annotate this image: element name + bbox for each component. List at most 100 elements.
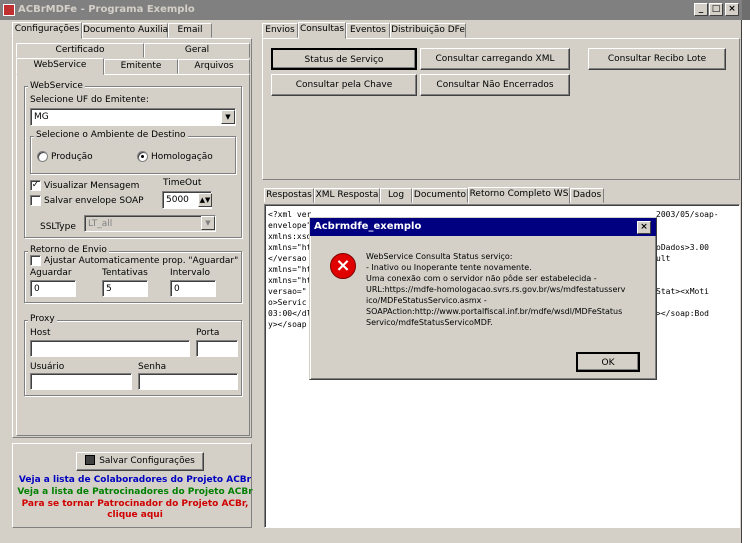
tab-consultas[interactable]: Consultas <box>298 22 346 39</box>
tab-certificado[interactable]: Certificado <box>16 43 144 58</box>
aguardar-input[interactable]: 0 <box>30 280 76 297</box>
host-input[interactable] <box>30 340 190 357</box>
consultar-carregando-xml-button[interactable]: Consultar carregando XML <box>420 48 570 70</box>
ssltype-dropdown-arrow-icon[interactable]: ▼ <box>201 216 215 230</box>
tab-envios[interactable]: Envios <box>262 23 298 38</box>
homologacao-label: Homologação <box>151 152 213 162</box>
uf-dropdown-arrow-icon[interactable]: ▼ <box>221 110 235 124</box>
status-servico-button[interactable]: Status de Serviço <box>271 48 417 70</box>
xml-line <box>656 264 740 275</box>
aguardar-value: 0 <box>34 284 40 294</box>
title-bar: ACBrMDFe - Programa Exemplo _ □ × <box>0 0 742 20</box>
tab-dados[interactable]: Dados <box>570 188 604 203</box>
patrocinadores-link[interactable]: Veja a lista de Patrocinadores do Projet… <box>16 487 254 497</box>
tab-email[interactable]: Email <box>168 23 212 38</box>
patrocinador-link-line2[interactable]: clique aqui <box>16 510 254 520</box>
webservice-group-label: WebService <box>28 81 85 91</box>
minimize-button[interactable]: _ <box>694 3 708 16</box>
ok-button[interactable]: OK <box>576 352 640 372</box>
porta-input[interactable] <box>196 340 238 357</box>
ambiente-group-label: Selecione o Ambiente de Destino <box>34 130 188 140</box>
error-message-line: ico/MDFeStatusServico.asmx - <box>366 296 487 305</box>
xml-line <box>656 220 740 231</box>
timeout-value: 5000 <box>166 195 189 205</box>
retorno-group-label: Retorno de Envio <box>28 245 109 255</box>
porta-label: Porta <box>196 328 220 338</box>
window-title: ACBrMDFe - Programa Exemplo <box>18 4 195 15</box>
xml-line <box>656 275 740 286</box>
salvar-envelope-label: Salvar envelope SOAP <box>44 196 144 206</box>
producao-radio[interactable] <box>37 151 48 162</box>
error-message-line: Uma conexão com o servidor não pôde ser … <box>366 274 597 283</box>
visualizar-label: Visualizar Mensagem <box>44 181 140 191</box>
dialog-close-button[interactable]: × <box>637 221 651 234</box>
app-icon <box>3 4 15 16</box>
colaboradores-link[interactable]: Veja a lista de Colaboradores do Projeto… <box>16 475 254 485</box>
tab-distribuicao-dfe[interactable]: Distribuição DFe <box>390 23 466 38</box>
save-icon <box>85 455 96 465</box>
consultar-nao-encerrados-button[interactable]: Consultar Não Encerrados <box>420 74 570 96</box>
dialog-title-bar: Acbrmdfe_exemplo <box>310 218 656 236</box>
error-message: WebService Consulta Status serviço: - In… <box>366 251 625 328</box>
aguardar-label: Aguardar <box>30 268 72 278</box>
ajustar-checkbox[interactable] <box>30 255 41 266</box>
xml-line: Stat><xMoti <box>656 287 709 296</box>
ssltype-label: SSLType <box>40 222 76 232</box>
tab-log[interactable]: Log <box>380 188 412 203</box>
error-message-line: SOAPAction:http://www.portalfiscal.inf.b… <box>366 307 623 316</box>
salvar-configuracoes-button[interactable]: Salvar Configurações <box>76 452 204 471</box>
xml-line <box>656 297 740 308</box>
tab-eventos[interactable]: Eventos <box>346 23 390 38</box>
tab-webservice[interactable]: WebService <box>16 58 104 75</box>
intervalo-value: 0 <box>174 284 180 294</box>
salvar-envelope-checkbox[interactable] <box>30 195 41 206</box>
tab-geral[interactable]: Geral <box>144 43 250 58</box>
consultar-recibo-lote-button[interactable]: Consultar Recibo Lote <box>588 48 726 70</box>
tab-arquivos[interactable]: Arquivos <box>178 59 250 74</box>
tab-retorno-completo-ws[interactable]: Retorno Completo WS <box>468 187 570 204</box>
error-message-line: WebService Consulta Status serviço: <box>366 252 513 261</box>
tentativas-label: Tentativas <box>102 268 148 278</box>
tab-respostas[interactable]: Respostas <box>264 188 314 203</box>
close-button[interactable]: × <box>725 3 739 16</box>
usuario-label: Usuário <box>30 362 65 372</box>
error-message-line: - Inativo ou Inoperante tente novamente. <box>366 263 532 272</box>
error-icon: × <box>330 253 356 279</box>
xml-line: ></soap:Bod <box>656 309 709 318</box>
intervalo-input[interactable]: 0 <box>170 280 216 297</box>
main-window: ACBrMDFe - Programa Exemplo _ □ × Config… <box>0 0 742 543</box>
timeout-spin-icon[interactable]: ▲▼ <box>198 193 212 207</box>
tab-documento-auxiliar[interactable]: Documento Auxiliar <box>82 23 172 38</box>
uf-value: MG <box>34 112 49 122</box>
producao-label: Produção <box>51 152 93 162</box>
consultar-pela-chave-button[interactable]: Consultar pela Chave <box>271 74 417 96</box>
xml-text-right: 2003/05/soap- oDados>3.00 ult Stat><xMot… <box>656 209 740 319</box>
uf-select[interactable]: MG <box>30 108 236 126</box>
proxy-group-label: Proxy <box>28 314 57 324</box>
tab-xml-resposta[interactable]: XML Resposta <box>314 188 380 203</box>
tentativas-input[interactable]: 5 <box>102 280 148 297</box>
intervalo-label: Intervalo <box>170 268 210 278</box>
visualizar-checkbox[interactable]: ✓ <box>30 180 41 191</box>
usuario-input[interactable] <box>30 373 132 390</box>
salvar-configuracoes-label: Salvar Configurações <box>99 456 195 466</box>
patrocinador-link-line1[interactable]: Para se tornar Patrocinador do Projeto A… <box>16 499 254 509</box>
ajustar-label: Ajustar Automaticamente prop. "Aguardar" <box>44 256 239 266</box>
ssltype-value: LT_all <box>88 219 113 229</box>
ssltype-select[interactable]: LT_all <box>84 215 216 232</box>
tab-configuracoes[interactable]: Configurações <box>12 22 82 39</box>
dialog-title: Acbrmdfe_exemplo <box>314 221 422 232</box>
senha-input[interactable] <box>138 373 238 390</box>
xml-line: ult <box>656 254 671 263</box>
maximize-button[interactable]: □ <box>709 3 723 16</box>
tab-emitente[interactable]: Emitente <box>104 59 178 74</box>
tab-documento[interactable]: Documento <box>412 188 468 203</box>
homologacao-radio[interactable] <box>137 151 148 162</box>
uf-label: Selecione UF do Emitente: <box>30 95 149 105</box>
xml-line <box>656 231 740 242</box>
tentativas-value: 5 <box>106 284 112 294</box>
error-dialog: Acbrmdfe_exemplo × × WebService Consulta… <box>309 217 657 380</box>
error-message-line: Servico/mdfeStatusServicoMDF. <box>366 318 493 327</box>
xml-line: oDados>3.00 <box>656 243 709 252</box>
timeout-label: TimeOut <box>163 178 202 188</box>
